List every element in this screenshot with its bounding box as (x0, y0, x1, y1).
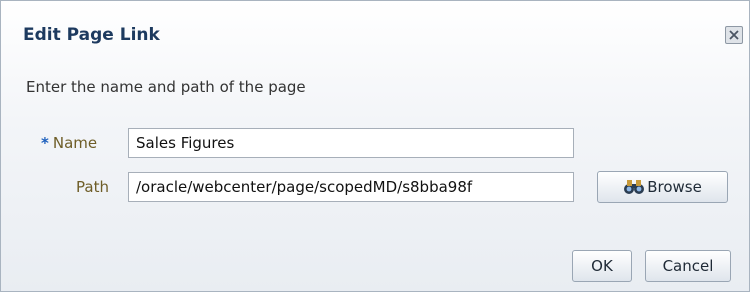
ok-button[interactable]: OK (572, 250, 632, 282)
dialog-instructions: Enter the name and path of the page (26, 78, 306, 96)
close-button[interactable] (725, 26, 743, 44)
required-marker: * (41, 134, 49, 152)
browse-button[interactable]: Browse (597, 171, 728, 203)
path-label: Path (76, 178, 109, 196)
close-icon (729, 30, 739, 40)
binoculars-icon (623, 178, 645, 196)
browse-label: Browse (647, 178, 702, 196)
dialog-title: Edit Page Link (23, 25, 160, 45)
name-input[interactable]: Sales Figures (128, 128, 574, 158)
cancel-button[interactable]: Cancel (645, 250, 731, 282)
name-label: * Name (41, 134, 97, 152)
name-label-text: Name (52, 134, 98, 152)
path-input[interactable]: /oracle/webcenter/page/scopedMD/s8bba98f (128, 172, 574, 202)
edit-page-link-dialog: Edit Page Link Enter the name and path o… (0, 0, 750, 292)
